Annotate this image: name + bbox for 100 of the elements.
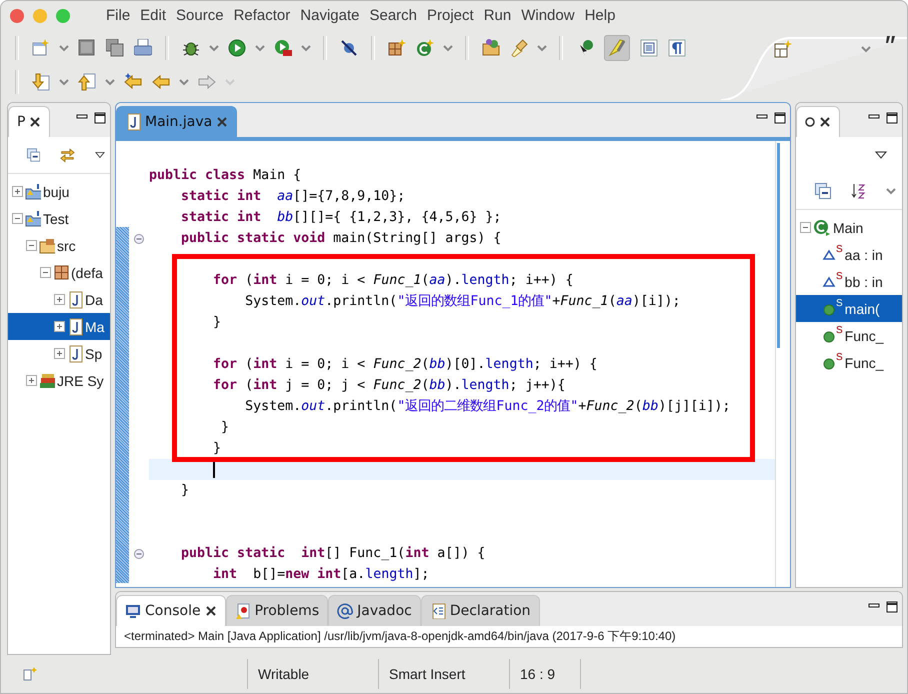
back-arrow-icon[interactable] — [152, 73, 170, 91]
expand-toggle-icon[interactable] — [40, 267, 51, 278]
run-icon[interactable] — [228, 39, 246, 57]
open-perspective-icon[interactable] — [774, 40, 792, 58]
tree-label: JRE Sy — [57, 372, 104, 388]
menu-item[interactable]: Navigate — [295, 7, 364, 24]
arrow-up-doc-icon[interactable] — [78, 73, 96, 91]
maximize-icon[interactable] — [886, 112, 898, 124]
caret-icon[interactable] — [255, 44, 265, 52]
class-plus-icon[interactable] — [416, 39, 434, 57]
close-window-button[interactable] — [10, 8, 24, 22]
maximize-icon[interactable] — [94, 112, 106, 124]
save-icon[interactable] — [78, 39, 96, 57]
java-file-icon — [67, 344, 83, 362]
tree-label: main( — [844, 300, 880, 316]
maximize-icon[interactable] — [774, 112, 786, 124]
breakpoint-icon[interactable] — [340, 39, 358, 57]
highlighter-icon[interactable] — [604, 35, 630, 61]
menu-item[interactable]: File — [101, 7, 136, 24]
tree-item[interactable]: src — [8, 232, 110, 259]
caret-icon[interactable] — [105, 78, 115, 86]
expand-toggle-icon[interactable] — [12, 186, 23, 197]
java-file-icon — [125, 113, 141, 131]
menu-item[interactable]: Project — [422, 7, 479, 24]
panel-tab[interactable]: Problems — [226, 595, 328, 626]
tree-item[interactable]: (defa — [8, 259, 110, 286]
menu-item[interactable]: Refactor — [228, 7, 296, 24]
view-menu-icon[interactable] — [875, 151, 887, 159]
expand-toggle-icon[interactable] — [54, 321, 65, 332]
back-star-icon[interactable] — [124, 73, 142, 91]
expand-toggle-icon[interactable] — [54, 348, 65, 359]
caret-icon[interactable] — [59, 78, 69, 86]
caret-icon[interactable] — [861, 45, 871, 53]
static-label: S — [836, 325, 843, 336]
menu-item[interactable]: Edit — [135, 7, 172, 24]
tree-label: buju — [43, 184, 70, 200]
code-line: static int aa[]={7,8,9,10}; — [180, 188, 406, 206]
static-label: S — [836, 244, 843, 255]
arrow-down-doc-icon[interactable] — [32, 73, 50, 91]
save-all-icon[interactable] — [106, 39, 124, 57]
tree-item[interactable]: JRE Sy — [8, 367, 110, 394]
fold-icon[interactable] — [134, 548, 144, 558]
close-icon[interactable] — [204, 605, 217, 617]
tree-item[interactable]: buju — [8, 178, 110, 205]
code-line: for (int i = 0; i < Func_2(bb)[0].length; i++) { — [212, 356, 598, 374]
close-icon[interactable] — [819, 116, 831, 128]
panel-tab[interactable] — [796, 106, 840, 137]
block-icon[interactable] — [640, 39, 658, 57]
tree-label: Main — [833, 220, 864, 236]
caret-icon[interactable] — [537, 44, 547, 52]
class-icon — [813, 218, 831, 236]
menu-item[interactable]: Source — [171, 7, 229, 24]
menu-item[interactable]: Search — [364, 7, 422, 24]
more-icon[interactable] — [886, 36, 896, 44]
caret-icon[interactable] — [59, 44, 69, 52]
collapse-all-icon[interactable] — [815, 183, 831, 199]
package-plus-icon[interactable] — [388, 39, 406, 57]
caret-icon[interactable] — [179, 78, 189, 86]
tree-label: Func_ — [844, 328, 884, 344]
caret-icon[interactable] — [301, 44, 311, 52]
expand-toggle-icon[interactable] — [26, 240, 37, 251]
close-icon[interactable] — [29, 116, 42, 128]
pilcrow-icon[interactable] — [668, 39, 686, 57]
panel-tab[interactable]: P — [8, 106, 50, 137]
panel-tab[interactable]: Declaration — [420, 595, 540, 626]
link-arrows-icon[interactable] — [60, 146, 76, 164]
print-icon[interactable] — [134, 39, 152, 57]
new-window-icon[interactable] — [23, 667, 37, 681]
view-menu-icon[interactable] — [95, 151, 105, 159]
fold-icon[interactable] — [134, 234, 144, 244]
package-icon — [53, 264, 69, 282]
caret-icon[interactable] — [886, 187, 896, 195]
new-window-icon[interactable] — [32, 39, 50, 57]
tree-item[interactable]: Ma — [8, 313, 110, 340]
tree-item[interactable]: Da — [8, 286, 110, 313]
menu-item[interactable]: Window — [516, 7, 580, 24]
tree-item[interactable]: Test — [8, 205, 110, 232]
code-line: for (int i = 0; i < Func_1(aa).length; i++) { — [212, 272, 574, 290]
caret-icon[interactable] — [443, 44, 453, 52]
caret-icon[interactable] — [209, 44, 219, 52]
tree-item[interactable]: Main — [796, 214, 902, 241]
library-books-icon — [39, 372, 55, 390]
sort-az-icon[interactable] — [851, 183, 867, 199]
folder-icon[interactable] — [482, 39, 500, 57]
collapse-all-icon[interactable] — [27, 147, 40, 163]
flashlight-icon[interactable] — [510, 39, 528, 57]
panel-tab[interactable]: Console — [116, 595, 226, 626]
expand-toggle-icon[interactable] — [54, 294, 65, 305]
run-tools-icon[interactable] — [274, 39, 292, 57]
menu-item[interactable]: Run — [478, 7, 516, 24]
expand-toggle-icon[interactable] — [800, 222, 811, 233]
maximize-icon[interactable] — [886, 601, 898, 613]
tree-item[interactable]: Sp — [8, 340, 110, 367]
scrollbar-thumb[interactable] — [777, 143, 780, 348]
editor-tab[interactable]: Main.java — [116, 106, 238, 137]
menu-item[interactable]: Help — [580, 7, 620, 24]
code-line: System.out.println("返回的数组Func_1的值"+Func_1(aa)[i]); — [244, 292, 682, 311]
panel-tab[interactable]: Javadoc — [328, 595, 421, 626]
expand-toggle-icon[interactable] — [12, 213, 23, 224]
expand-toggle-icon[interactable] — [26, 375, 37, 386]
